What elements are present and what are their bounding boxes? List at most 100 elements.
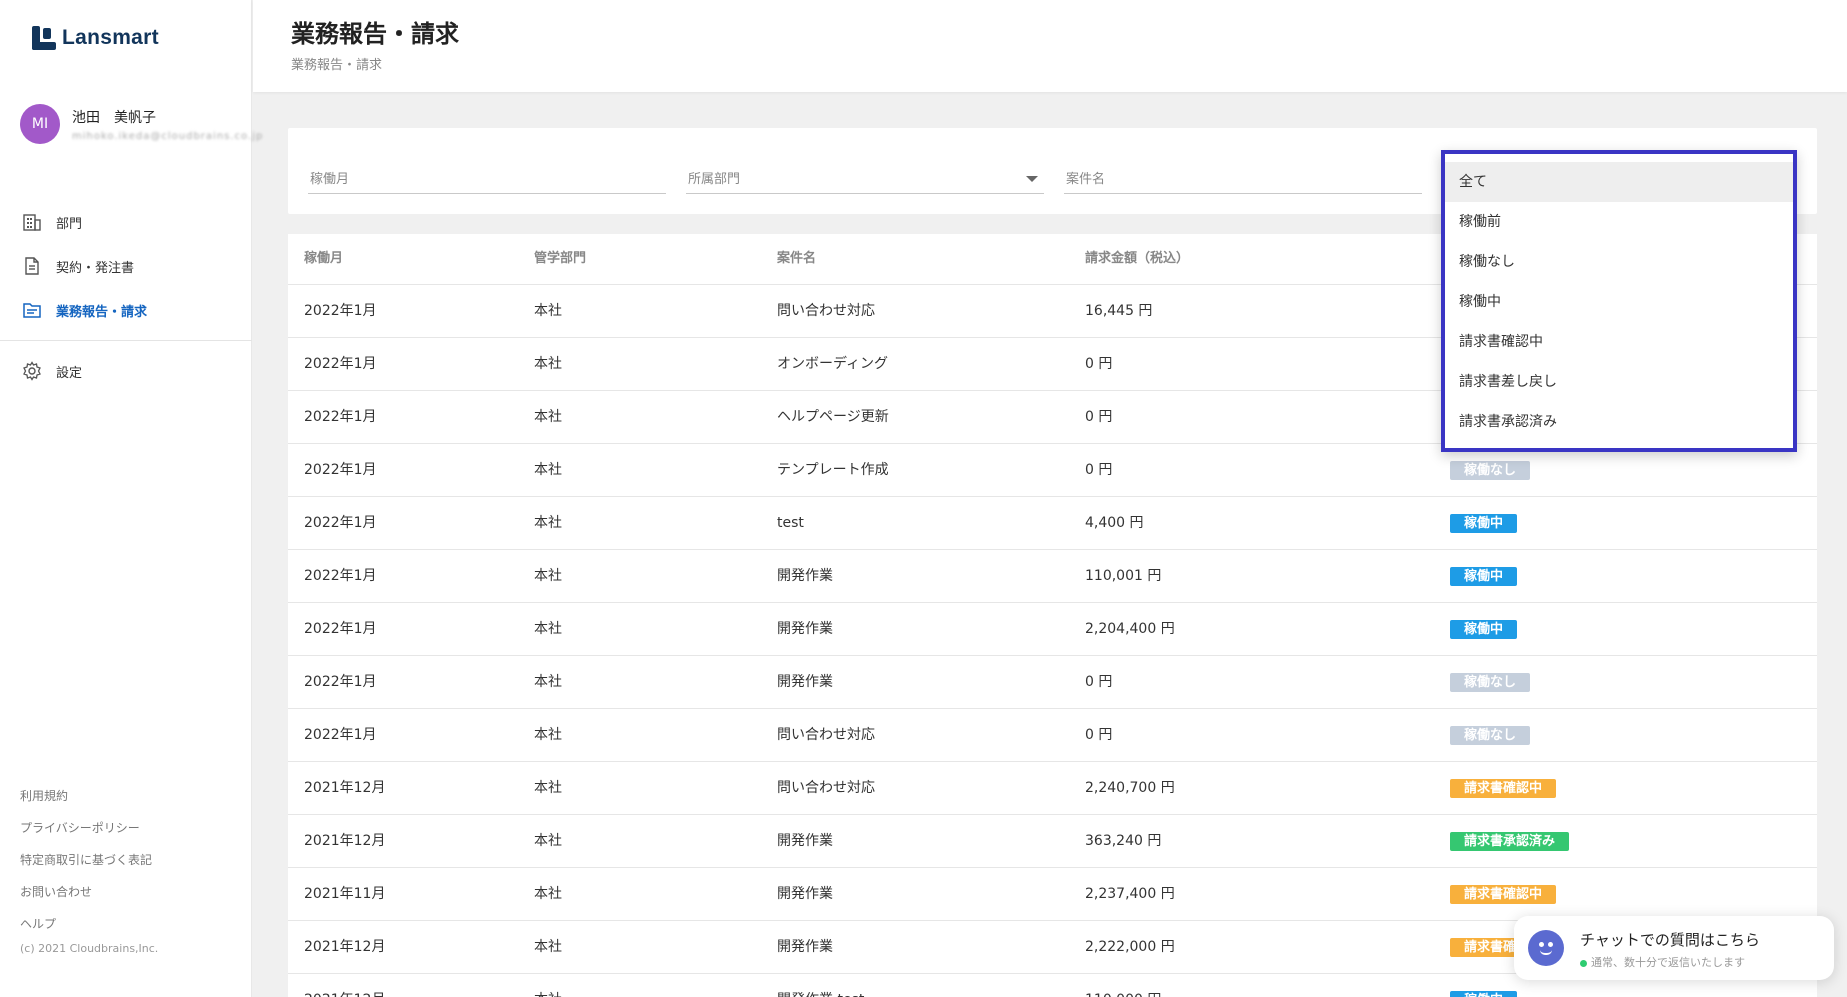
column-header-month[interactable]: 稼働月 bbox=[304, 234, 343, 284]
department-filter-placeholder: 所属部門 bbox=[688, 172, 741, 187]
cell-project: 開発作業 bbox=[777, 886, 833, 902]
cell-project: 開発作業 bbox=[777, 833, 833, 849]
cell-department: 本社 bbox=[534, 515, 562, 531]
brand-logo[interactable]: Lansmart bbox=[32, 26, 159, 50]
cell-project: 開発作業 bbox=[777, 939, 833, 955]
table-row[interactable]: 2022年1月 本社 開発作業 110,001 円 稼働中 bbox=[288, 549, 1817, 602]
cell-amount: 110,000 円 bbox=[1085, 974, 1161, 997]
contact-link[interactable]: お問い合わせ bbox=[20, 876, 158, 908]
cell-month: 2022年1月 bbox=[304, 356, 377, 372]
cell-month: 2022年1月 bbox=[304, 303, 377, 319]
commerce-law-link[interactable]: 特定商取引に基づく表記 bbox=[20, 844, 158, 876]
cell-project: ヘルプページ更新 bbox=[777, 409, 889, 425]
sidebar-item-label: 業務報告・請求 bbox=[56, 304, 148, 320]
cell-project: test bbox=[777, 515, 804, 531]
sidebar-item-label: 契約・発注書 bbox=[56, 260, 135, 276]
cell-project: 問い合わせ対応 bbox=[777, 780, 875, 796]
sidebar-footer: 利用規約 プライバシーポリシー 特定商取引に基づく表記 お問い合わせ ヘルプ (… bbox=[20, 780, 158, 955]
building-icon bbox=[22, 212, 42, 232]
chat-bot-icon bbox=[1528, 930, 1564, 966]
help-link[interactable]: ヘルプ bbox=[20, 908, 158, 940]
cell-amount: 0 円 bbox=[1085, 409, 1113, 425]
table-row[interactable]: 2021年12月 本社 開発作業 363,240 円 請求書承認済み bbox=[288, 814, 1817, 867]
privacy-link[interactable]: プライバシーポリシー bbox=[20, 812, 158, 844]
cell-amount: 110,001 円 bbox=[1085, 568, 1162, 584]
column-header-project[interactable]: 案件名 bbox=[777, 234, 816, 284]
department-filter-select[interactable]: 所属部門 bbox=[686, 168, 1044, 194]
cell-month: 2022年1月 bbox=[304, 621, 377, 637]
cell-amount: 0 円 bbox=[1085, 356, 1113, 372]
cell-month: 2021年12月 bbox=[304, 939, 386, 955]
status-badge: 稼働中 bbox=[1450, 620, 1518, 639]
cell-month: 2021年12月 bbox=[304, 780, 386, 796]
cell-amount: 2,237,400 円 bbox=[1085, 886, 1175, 902]
breadcrumb[interactable]: 業務報告・請求 bbox=[291, 54, 382, 73]
cell-department: 本社 bbox=[534, 356, 562, 372]
cell-amount: 0 円 bbox=[1085, 462, 1113, 478]
cell-amount: 2,204,400 円 bbox=[1085, 621, 1175, 637]
status-option[interactable]: 稼働前 bbox=[1445, 202, 1793, 242]
status-filter-dropdown[interactable]: 全て 稼働前 稼働なし 稼働中 請求書確認中 請求書差し戻し 請求書承認済み bbox=[1441, 150, 1797, 452]
chat-subtitle-text: 通常、数十分で返信いたします bbox=[1591, 956, 1745, 969]
status-option[interactable]: 請求書承認済み bbox=[1445, 402, 1793, 442]
user-name: 池田 美帆子 bbox=[72, 109, 156, 126]
user-profile[interactable]: MI 池田 美帆子 mihoko.ikeda@cloudbrains.co.jp bbox=[20, 104, 263, 144]
project-filter-input[interactable]: 案件名 bbox=[1064, 168, 1422, 194]
cell-month: 2022年1月 bbox=[304, 409, 377, 425]
avatar: MI bbox=[20, 104, 60, 144]
cell-department: 本社 bbox=[534, 780, 562, 796]
cell-month: 2022年1月 bbox=[304, 568, 377, 584]
month-filter-input[interactable]: 稼働月 bbox=[308, 168, 666, 194]
status-badge: 稼働なし bbox=[1450, 673, 1531, 692]
sidebar-item-settings[interactable]: 設定 bbox=[0, 349, 252, 393]
cell-amount: 363,240 円 bbox=[1085, 833, 1162, 849]
report-icon bbox=[22, 300, 42, 320]
table-row[interactable]: 2022年1月 本社 問い合わせ対応 0 円 稼働なし bbox=[288, 708, 1817, 761]
status-options-list: 全て 稼働前 稼働なし 稼働中 請求書確認中 請求書差し戻し 請求書承認済み bbox=[1445, 154, 1793, 442]
sidebar-item-label: 設定 bbox=[56, 365, 83, 381]
status-badge: 請求書確認中 bbox=[1450, 779, 1557, 798]
terms-link[interactable]: 利用規約 bbox=[20, 780, 158, 812]
cell-project: 開発作業 bbox=[777, 621, 833, 637]
cell-department: 本社 bbox=[534, 462, 562, 478]
sidebar-item-contracts[interactable]: 契約・発注書 bbox=[0, 244, 252, 288]
column-header-amount[interactable]: 請求金額（税込） bbox=[1085, 234, 1189, 284]
cell-department: 本社 bbox=[534, 674, 562, 690]
cell-department: 本社 bbox=[534, 886, 562, 902]
table-row[interactable]: 2021年12月 本社 問い合わせ対応 2,240,700 円 請求書確認中 bbox=[288, 761, 1817, 814]
table-row[interactable]: 2021年11月 本社 開発作業 2,237,400 円 請求書確認中 bbox=[288, 867, 1817, 920]
cell-month: 2021年12月 bbox=[304, 974, 385, 997]
cell-month: 2021年12月 bbox=[304, 833, 386, 849]
cell-project: 開発作業 bbox=[777, 674, 833, 690]
page-header: 業務報告・請求 業務報告・請求 bbox=[253, 0, 1847, 92]
status-option[interactable]: 請求書差し戻し bbox=[1445, 362, 1793, 402]
cell-month: 2022年1月 bbox=[304, 462, 377, 478]
status-option[interactable]: 全て bbox=[1445, 162, 1793, 202]
cell-project: 問い合わせ対応 bbox=[777, 303, 875, 319]
status-badge: 稼働なし bbox=[1450, 726, 1531, 745]
chat-widget[interactable]: チャットでの質問はこちら 通常、数十分で返信いたします bbox=[1514, 916, 1834, 980]
sidebar-item-departments[interactable]: 部門 bbox=[0, 200, 252, 244]
cell-month: 2021年11月 bbox=[304, 886, 386, 902]
sidebar-item-label: 部門 bbox=[56, 216, 83, 232]
cell-amount: 2,240,700 円 bbox=[1085, 780, 1175, 796]
cell-month: 2022年1月 bbox=[304, 674, 377, 690]
sidebar-item-reports[interactable]: 業務報告・請求 bbox=[0, 288, 252, 332]
cell-month: 2022年1月 bbox=[304, 515, 377, 531]
cell-amount: 16,445 円 bbox=[1085, 303, 1153, 319]
chat-title: チャットでの質問はこちら bbox=[1580, 931, 1760, 949]
cell-amount: 2,222,000 円 bbox=[1085, 939, 1175, 955]
nav-divider bbox=[0, 340, 252, 341]
status-option[interactable]: 請求書確認中 bbox=[1445, 322, 1793, 362]
copyright: (c) 2021 Cloudbrains,Inc. bbox=[20, 942, 159, 955]
table-row[interactable]: 2022年1月 本社 開発作業 0 円 稼働なし bbox=[288, 655, 1817, 708]
brand-name: Lansmart bbox=[62, 26, 159, 49]
column-header-department[interactable]: 管学部門 bbox=[534, 234, 586, 284]
page-title: 業務報告・請求 bbox=[291, 20, 459, 48]
cell-department: 本社 bbox=[534, 974, 562, 997]
status-option[interactable]: 稼働中 bbox=[1445, 282, 1793, 322]
cell-department: 本社 bbox=[534, 409, 562, 425]
status-option[interactable]: 稼働なし bbox=[1445, 242, 1793, 282]
table-row[interactable]: 2022年1月 本社 開発作業 2,204,400 円 稼働中 bbox=[288, 602, 1817, 655]
table-row[interactable]: 2022年1月 本社 test 4,400 円 稼働中 bbox=[288, 496, 1817, 549]
